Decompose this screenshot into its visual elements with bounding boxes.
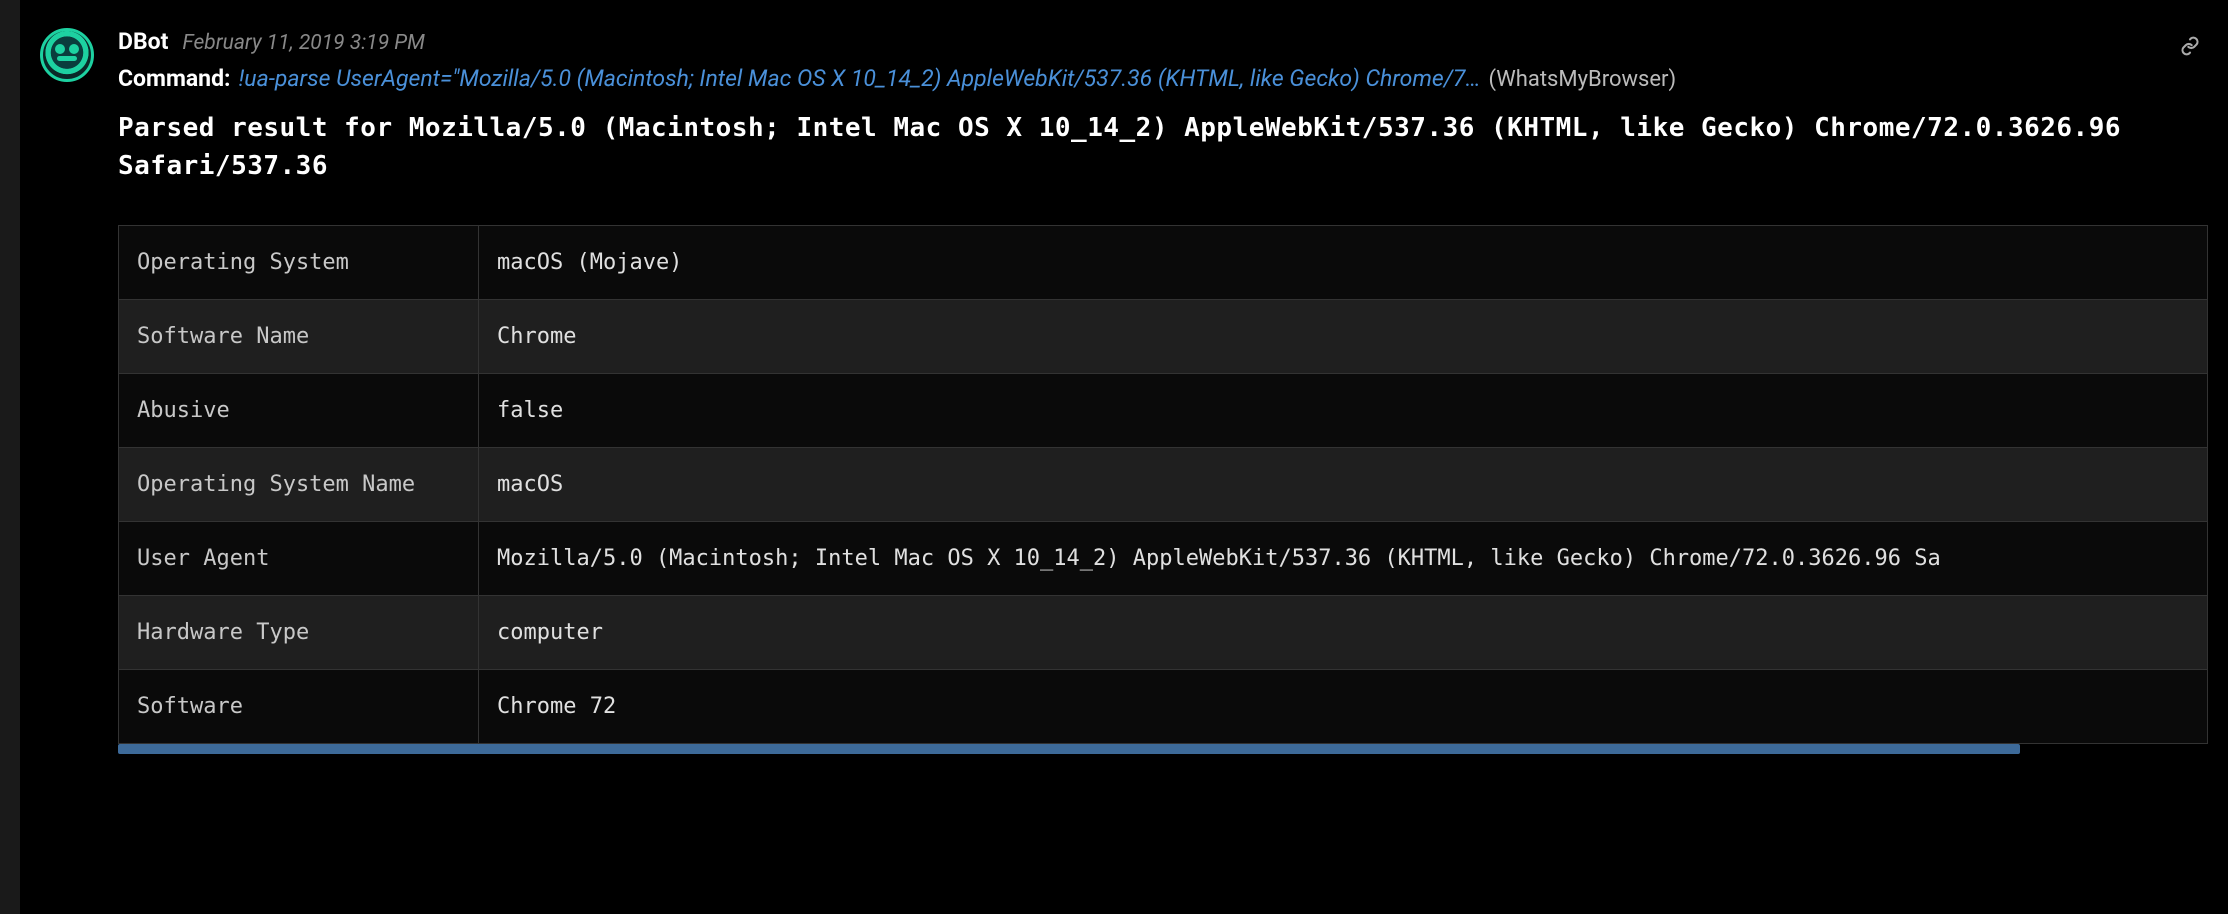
command-label: Command: [118,65,231,92]
table-key: Operating System [119,226,479,300]
table-value: Chrome 72 [479,670,2208,744]
link-icon[interactable] [2180,36,2200,61]
result-table: Operating System macOS (Mojave) Software… [118,225,2208,744]
message-timestamp: February 11, 2019 3:19 PM [182,31,425,55]
table-key: User Agent [119,522,479,596]
left-sidebar [0,0,20,914]
table-row: Operating System Name macOS [119,448,2208,522]
table-key: Operating System Name [119,448,479,522]
result-table-wrap: Operating System macOS (Mojave) Software… [118,225,2208,754]
table-row: Software Name Chrome [119,300,2208,374]
parsed-result-title: Parsed result for Mozilla/5.0 (Macintosh… [118,110,2208,185]
table-value: computer [479,596,2208,670]
table-row: Operating System macOS (Mojave) [119,226,2208,300]
main-content: DBot February 11, 2019 3:19 PM Command: … [20,0,2228,914]
table-key: Software Name [119,300,479,374]
horizontal-scrollbar-thumb[interactable] [118,744,2020,754]
table-row: Abusive false [119,374,2208,448]
table-row: Hardware Type computer [119,596,2208,670]
bot-avatar [40,28,94,82]
table-key: Software [119,670,479,744]
table-value: macOS [479,448,2208,522]
command-source: (WhatsMyBrowser) [1489,67,1677,92]
table-row: User Agent Mozilla/5.0 (Macintosh; Intel… [119,522,2208,596]
table-value: Chrome [479,300,2208,374]
table-row: Software Chrome 72 [119,670,2208,744]
table-key: Hardware Type [119,596,479,670]
command-line: Command: !ua-parse UserAgent="Mozilla/5.… [118,65,2208,92]
horizontal-scrollbar[interactable] [118,744,2208,754]
table-key: Abusive [119,374,479,448]
command-text[interactable]: !ua-parse UserAgent="Mozilla/5.0 (Macint… [239,65,1481,92]
table-value: Mozilla/5.0 (Macintosh; Intel Mac OS X 1… [479,522,2208,596]
table-value: macOS (Mojave) [479,226,2208,300]
table-value: false [479,374,2208,448]
bot-name: DBot [118,28,168,55]
